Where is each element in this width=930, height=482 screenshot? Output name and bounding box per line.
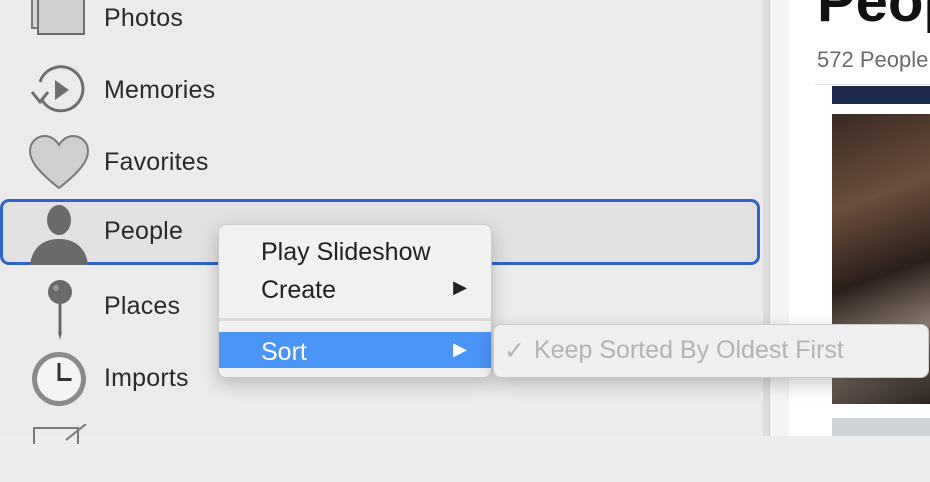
sidebar-item-photos[interactable]: Photos xyxy=(0,0,760,52)
sidebar-item-label: Memories xyxy=(104,76,216,104)
menu-item-label: Sort xyxy=(261,338,307,366)
submenu-arrow-icon: ▶ xyxy=(453,339,467,359)
sidebar-item-favorites[interactable]: Favorites xyxy=(0,130,760,196)
photos-icon xyxy=(26,0,92,48)
sidebar-item-memories[interactable]: Memories xyxy=(0,58,760,124)
menu-item-label: Play Slideshow xyxy=(261,238,431,266)
sidebar-item-label: Imports xyxy=(104,364,189,392)
person-photo-tile-next[interactable] xyxy=(832,418,930,436)
sidebar-item-next[interactable] xyxy=(0,418,760,449)
edit-icon xyxy=(26,423,92,482)
heart-icon xyxy=(26,134,92,192)
header-divider xyxy=(815,84,930,85)
menu-item-create[interactable]: Create ▶ xyxy=(219,270,491,306)
sidebar-item-label: People xyxy=(104,217,184,245)
pin-icon xyxy=(26,278,92,340)
photo-tile-partial[interactable] xyxy=(832,86,930,104)
sidebar-item-label: Favorites xyxy=(104,148,209,176)
sidebar-item-label: Photos xyxy=(104,4,184,32)
submenu-arrow-icon: ▶ xyxy=(453,277,467,297)
person-icon xyxy=(26,203,92,265)
context-menu: Play Slideshow Create ▶ Sort ▶ xyxy=(218,224,492,378)
people-count: 572 People xyxy=(817,47,929,72)
menu-item-keep-sorted-oldest-first[interactable]: Keep Sorted By Oldest First xyxy=(534,336,844,365)
sidebar-item-label: Places xyxy=(104,292,181,320)
memories-icon xyxy=(26,62,92,120)
checkmark-icon: ✓ xyxy=(504,337,525,365)
menu-item-label: Create xyxy=(261,276,337,304)
sort-submenu: ✓ Keep Sorted By Oldest First xyxy=(493,324,929,378)
menu-item-play-slideshow[interactable]: Play Slideshow xyxy=(219,232,491,268)
page-title: People xyxy=(817,0,930,34)
menu-separator xyxy=(219,318,491,321)
menu-item-sort[interactable]: Sort ▶ xyxy=(219,332,491,368)
clock-icon xyxy=(26,350,92,408)
